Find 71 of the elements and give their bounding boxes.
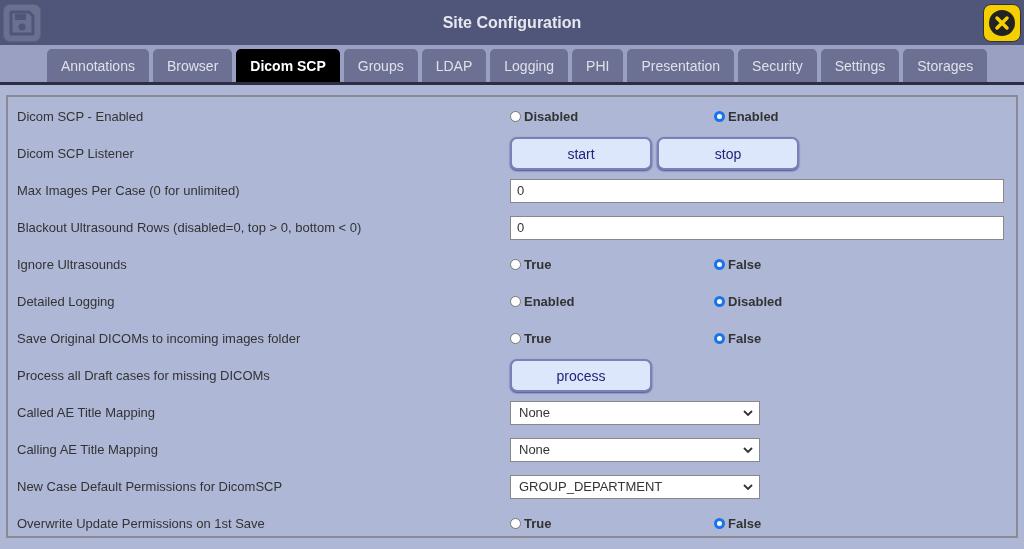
option-label: False [728,516,762,531]
tab[interactable]: Logging [490,49,569,82]
chevron-icon [743,446,753,453]
tab[interactable]: Storages [903,49,988,82]
tab[interactable]: PHI [572,49,624,82]
radio-button[interactable] [714,518,725,529]
tab[interactable]: Settings [820,49,900,82]
radio-button[interactable] [714,333,725,344]
dropdown-value: None [519,442,551,457]
close-icon [987,7,1017,38]
setting-label: Process all Draft cases for missing DICOMs [17,368,271,383]
setting-label: Blackout Ultrasound Rows (disabled=0, top > 0, bottom < 0) [17,220,363,235]
radio-option[interactable]: True [510,331,714,346]
action-button[interactable]: process [510,359,652,392]
tab[interactable]: Dicom SCP [236,49,340,82]
setting-label: Detailed Logging [17,294,116,309]
setting-label: Max Images Per Case (0 for unlimited) [17,183,241,198]
input-field[interactable]: 0 [510,215,1004,240]
option-label: False [728,331,762,346]
tab[interactable]: LDAP [421,49,487,82]
setting-label: Calling AE Title Mapping [17,442,159,457]
option-label: True [524,257,552,272]
option-label: Disabled [728,294,783,309]
setting-label: Ignore Ultrasounds [17,257,128,272]
dropdown[interactable]: None [510,437,760,462]
option-label: Disabled [524,109,579,124]
dropdown-value: None [519,405,551,420]
tab[interactable]: Annotations [47,49,149,82]
radio-button[interactable] [510,111,521,122]
option-label: False [728,257,762,272]
chevron-icon [743,483,753,490]
dropdown[interactable]: GROUP_DEPARTMENT [510,474,760,499]
option-label: True [524,516,552,531]
radio-option[interactable]: False [714,516,918,531]
radio-button[interactable] [714,259,725,270]
radio-option[interactable]: Enabled [714,109,918,124]
radio-button[interactable] [510,333,521,344]
radio-option[interactable]: Disabled [714,294,918,309]
setting-label: Overwrite Update Permissions on 1st Save [17,516,266,531]
action-button[interactable]: start [510,137,652,170]
option-label: Enabled [728,109,779,124]
radio-option[interactable]: True [510,516,714,531]
radio-button[interactable] [714,111,725,122]
option-label: Enabled [524,294,575,309]
close-button[interactable] [983,3,1021,42]
setting-label: Dicom SCP - Enabled [17,109,145,124]
setting-label: Called AE Title Mapping [17,405,157,420]
radio-button[interactable] [714,296,725,307]
setting-label: Dicom SCP Listener [17,146,135,161]
radio-option[interactable]: Enabled [510,294,714,309]
setting-label: New Case Default Permissions for DicomSCP [17,479,284,494]
dropdown[interactable]: None [510,400,760,425]
tab[interactable]: Presentation [627,49,735,82]
input-field[interactable]: 0 [510,178,1004,203]
action-button[interactable]: stop [657,137,799,170]
setting-label: Save Original DICOMs to incoming images folder [17,331,302,346]
radio-option[interactable]: False [714,331,918,346]
radio-option[interactable]: True [510,257,714,272]
radio-button[interactable] [510,296,521,307]
chevron-icon [743,409,753,416]
radio-button[interactable] [510,518,521,529]
dropdown-value: GROUP_DEPARTMENT [519,479,663,494]
radio-button[interactable] [510,259,521,270]
save-icon [8,8,36,37]
tab[interactable]: Security [738,49,817,82]
radio-option[interactable]: False [714,257,918,272]
window-title: Site Configuration [442,13,582,32]
tab[interactable]: Browser [152,49,233,82]
tab[interactable]: Groups [343,49,418,82]
radio-option[interactable]: Disabled [510,109,714,124]
option-label: True [524,331,552,346]
